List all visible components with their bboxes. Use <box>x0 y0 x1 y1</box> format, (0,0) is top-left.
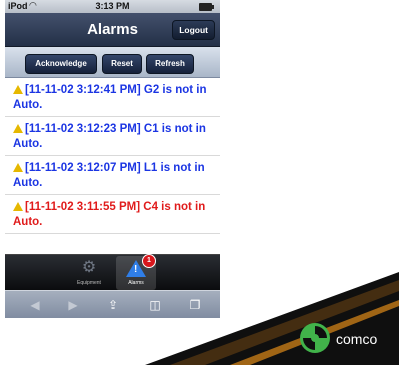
brand-swoosh <box>145 272 399 365</box>
comco-logo-text: comco <box>336 331 378 347</box>
comco-logo-mark <box>300 323 330 353</box>
